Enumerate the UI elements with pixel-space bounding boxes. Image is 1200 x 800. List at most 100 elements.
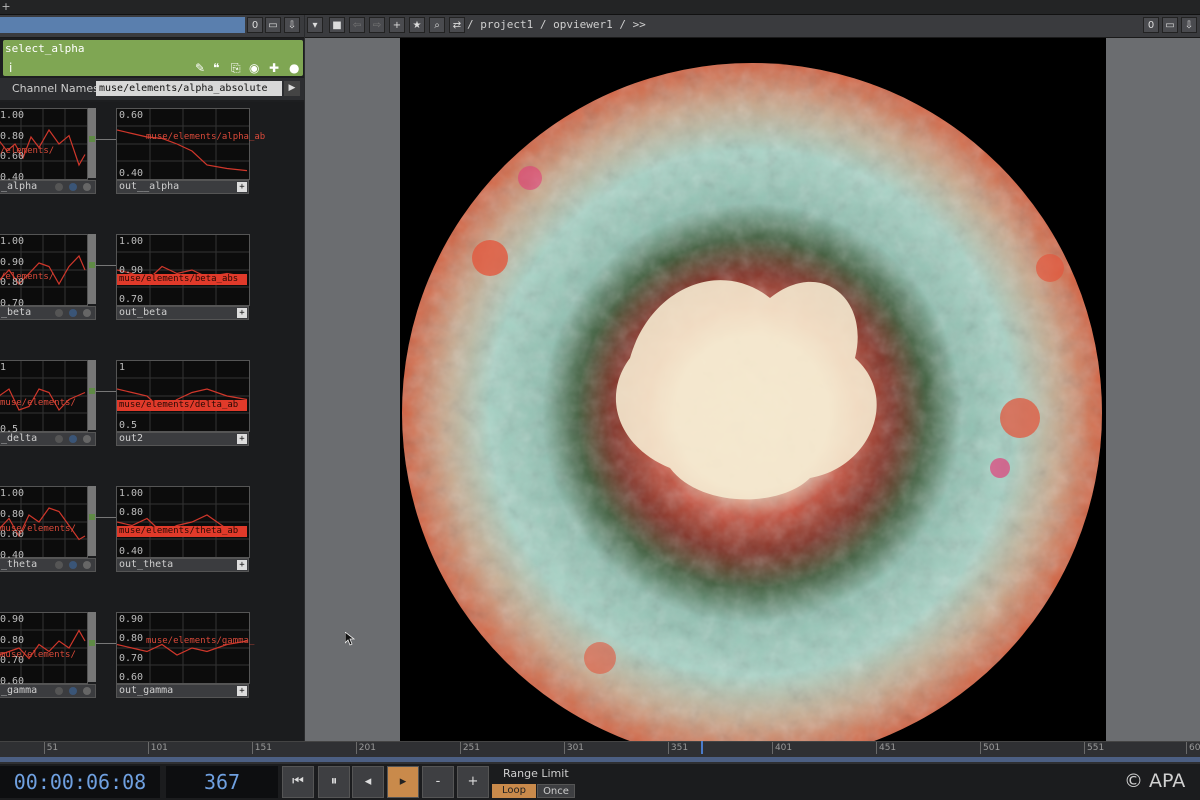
input-node-label: _delta xyxy=(1,433,38,444)
node-wire xyxy=(96,265,118,266)
operator-name[interactable]: select_alpha xyxy=(5,42,84,55)
timeline-tick xyxy=(563,742,565,754)
node-add-icon[interactable]: + xyxy=(237,434,247,444)
output-node-name[interactable]: out2 + xyxy=(116,432,249,446)
add-parameter-icon[interactable]: ✚ xyxy=(269,60,279,76)
timeline-range-bar[interactable] xyxy=(0,757,1200,762)
parameter-expand-arrow-icon[interactable]: ▶ xyxy=(284,81,300,96)
node-add-dot[interactable] xyxy=(83,561,91,569)
node-flag-dot[interactable] xyxy=(55,561,63,569)
viewer-maximize-icon[interactable]: ▭ xyxy=(1162,17,1178,33)
input-channel-label: /elements/ xyxy=(0,146,55,156)
add-pane-button[interactable]: + xyxy=(0,0,12,13)
node-add-icon[interactable]: + xyxy=(237,182,247,192)
left-pane-bar: 0 ▭ ⇩ xyxy=(0,15,304,38)
once-button[interactable]: Once xyxy=(537,784,575,798)
slow-down-button[interactable]: - xyxy=(422,766,454,798)
play-forward-button[interactable]: ▸ xyxy=(387,766,419,798)
timeline-bar[interactable]: 51 101 151 201 251 301 351 401 451 501 551 600 xyxy=(0,741,1200,764)
clone-icon[interactable]: ⎘ xyxy=(231,60,241,76)
network-path-field[interactable] xyxy=(0,17,245,33)
input-node-name[interactable]: _delta xyxy=(0,432,96,446)
output-connector[interactable] xyxy=(89,640,95,646)
node-flag-dot[interactable] xyxy=(55,687,63,695)
output-channel-label: muse/elements/theta_ab xyxy=(117,526,247,537)
input-node-name[interactable]: _theta xyxy=(0,558,96,572)
node-display-dot[interactable] xyxy=(69,687,77,695)
input-node-name[interactable]: _gamma xyxy=(0,684,96,698)
node-add-dot[interactable] xyxy=(83,183,91,191)
viewer-path-breadcrumb[interactable]: / project1 / opviewer1 / >> xyxy=(467,18,646,31)
bookmark-star-icon[interactable]: ★ xyxy=(409,17,425,33)
speed-up-button[interactable]: + xyxy=(457,766,489,798)
input-node-name[interactable]: _alpha xyxy=(0,180,96,194)
node-add-dot[interactable] xyxy=(83,309,91,317)
pause-button[interactable]: ⏸ xyxy=(318,766,350,798)
output-node-name[interactable]: out_theta + xyxy=(116,558,249,572)
operator-header[interactable]: select_alpha i ✎ ❝ ⎘ ◉ ✚ ● xyxy=(3,40,303,76)
node-display-dot[interactable] xyxy=(69,309,77,317)
output-node-name[interactable]: out__alpha + xyxy=(116,180,249,194)
node-display-dot[interactable] xyxy=(69,561,77,569)
output-connector[interactable] xyxy=(89,388,95,394)
timeline-tick xyxy=(667,742,669,754)
output-connector[interactable] xyxy=(89,262,95,268)
node-add-icon[interactable]: + xyxy=(237,560,247,570)
frame-display[interactable]: 367 xyxy=(166,766,278,798)
viewer-canvas[interactable] xyxy=(400,38,1106,741)
pane-maximize-icon[interactable]: ▭ xyxy=(265,17,281,33)
timeline-tick-label: 401 xyxy=(774,743,793,753)
edit-pencil-icon[interactable]: ✎ xyxy=(195,60,205,76)
output-tick-label: 0.40 xyxy=(119,546,144,557)
loop-button[interactable]: Loop xyxy=(492,784,536,798)
viewer-download-icon[interactable]: ⇩ xyxy=(1181,17,1197,33)
node-flag-dot[interactable] xyxy=(55,309,63,317)
viewer-zero-button[interactable]: 0 xyxy=(1143,17,1159,33)
back-arrow-icon[interactable]: ⇦ xyxy=(349,17,365,33)
node-add-dot[interactable] xyxy=(83,687,91,695)
timeline-tick xyxy=(147,742,149,754)
timecode-display[interactable]: 00:00:06:08 xyxy=(0,766,160,798)
chop-node-row: 1.00 0.80 0.60 0.40 muse/elements/_theta 1.00… xyxy=(0,486,304,582)
link-icon[interactable]: ⇄ xyxy=(449,17,465,33)
pane-stop-icon[interactable]: ■ xyxy=(329,17,345,33)
pane-download-icon[interactable]: ⇩ xyxy=(284,17,300,33)
status-dot-icon[interactable]: ● xyxy=(289,60,299,76)
comment-icon[interactable]: ❝ xyxy=(213,60,219,76)
network-editor-panel: select_alpha i ✎ ❝ ⎘ ◉ ✚ ● Channel Names… xyxy=(0,38,304,741)
node-add-dot[interactable] xyxy=(83,435,91,443)
pane-zero-button[interactable]: 0 xyxy=(247,17,263,33)
node-side-bar xyxy=(88,612,96,682)
output-tick-label: 0.60 xyxy=(119,672,144,683)
timeline-tick-label: 251 xyxy=(462,743,481,753)
node-display-dot[interactable] xyxy=(69,435,77,443)
rewind-to-start-button[interactable]: ⏮ xyxy=(282,766,314,798)
node-flag-dot[interactable] xyxy=(55,435,63,443)
output-node-name[interactable]: out_beta + xyxy=(116,306,249,320)
input-node-name[interactable]: _beta xyxy=(0,306,96,320)
python-icon[interactable]: ◉ xyxy=(249,60,259,76)
output-node-name[interactable]: out_gamma + xyxy=(116,684,249,698)
output-connector[interactable] xyxy=(89,514,95,520)
timeline-playhead[interactable] xyxy=(701,741,704,754)
timeline-tick xyxy=(43,742,45,754)
channel-names-field[interactable]: muse/elements/alpha_absolute xyxy=(96,81,282,96)
input-chop-viewer[interactable] xyxy=(0,360,88,432)
output-connector[interactable] xyxy=(89,136,95,142)
timeline-tick xyxy=(459,742,461,754)
step-back-button[interactable]: ◂ xyxy=(352,766,384,798)
node-add-icon[interactable]: + xyxy=(237,686,247,696)
pane-menu-icon[interactable]: ▾ xyxy=(307,17,323,33)
forward-arrow-icon[interactable]: ⇨ xyxy=(369,17,385,33)
search-icon[interactable]: ⌕ xyxy=(429,17,445,33)
add-icon[interactable]: + xyxy=(389,17,405,33)
node-side-bar xyxy=(88,234,96,304)
node-flag-dot[interactable] xyxy=(55,183,63,191)
node-wire xyxy=(96,643,118,644)
node-display-dot[interactable] xyxy=(69,183,77,191)
output-node-label: out_theta xyxy=(119,559,174,570)
input-channel-label: muse/elements/ xyxy=(0,398,76,408)
output-node-label: out_gamma xyxy=(119,685,174,696)
info-icon[interactable]: i xyxy=(9,60,12,76)
node-add-icon[interactable]: + xyxy=(237,308,247,318)
